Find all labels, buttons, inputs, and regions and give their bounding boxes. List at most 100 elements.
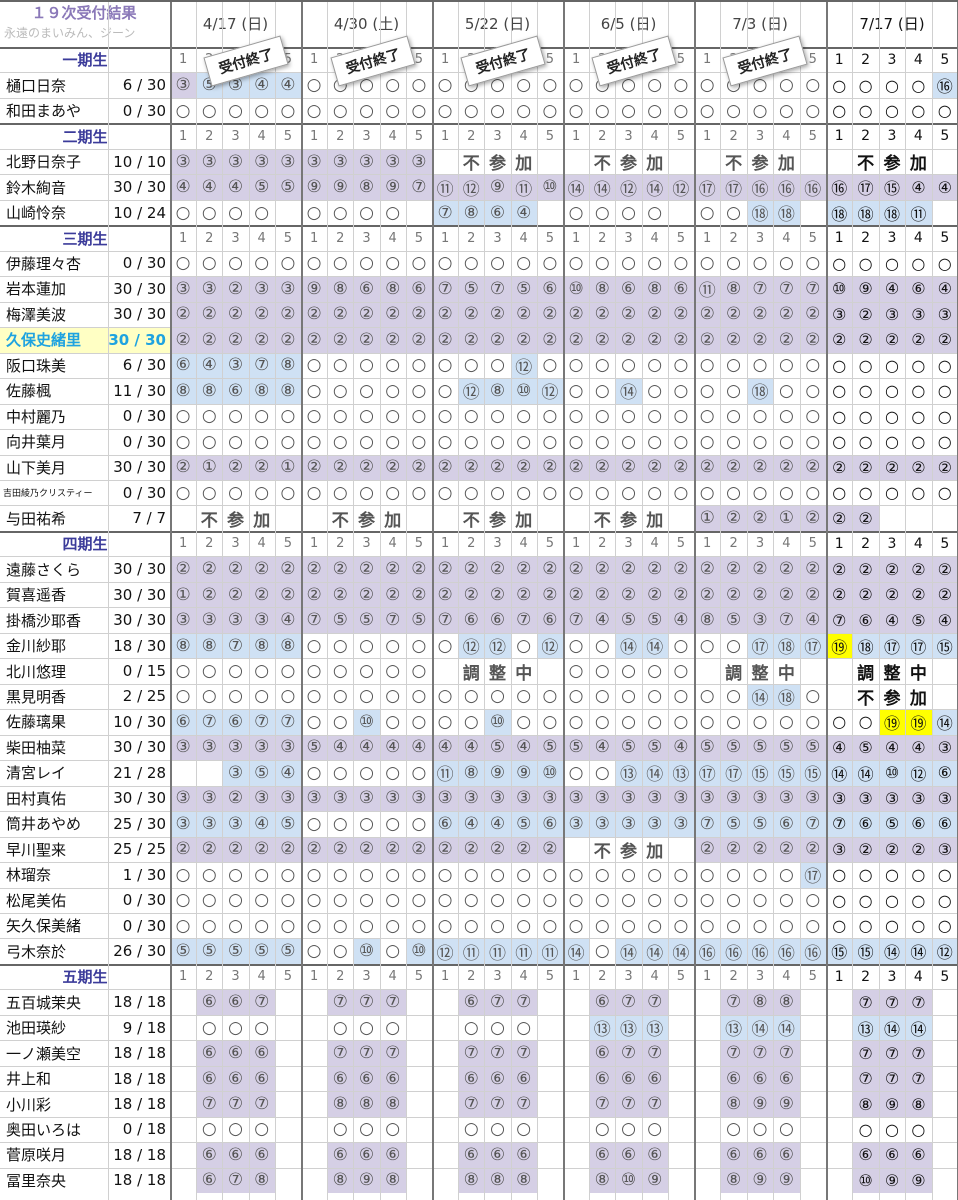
slot-cell: ⑧ [327,1091,354,1117]
slot-cell: ⑭ [641,174,668,200]
slot-cell: ② [301,327,328,353]
slot-cell: ⑥ [878,1142,906,1168]
slot-cell: ○ [752,864,768,885]
slot-cell: ○ [805,915,821,936]
slot-cell: ② [720,454,747,480]
slot-cell [406,1117,432,1142]
slot-number: 1 [834,968,844,985]
slot-cell: ② [484,836,511,863]
slot-cell: ○ [911,253,926,273]
slot-cell: ② [746,505,774,531]
slot-cell: ③ [170,734,197,761]
slot-cell: ⑤ [773,734,800,761]
slot-number: 5 [940,230,950,247]
slot-cell: ○ [359,890,374,911]
slot-cell: ⑱ [852,199,879,226]
slot-cell [406,989,432,1014]
slot-cell: ② [852,556,879,582]
slot-cell [301,1015,327,1040]
slot-cell: ○ [280,253,296,274]
member-name: 与田祐希 [6,509,67,528]
slot-cell: ⑮ [799,760,826,786]
slot-cell: ⑨ [773,1091,800,1117]
slot-cell: ○ [699,100,715,121]
slot-number: 5 [940,968,950,985]
slot-cell: ⑥ [720,1142,747,1168]
slot-cell: ② [379,581,406,608]
slot-cell: ○ [673,431,689,452]
slot-cell: ○ [673,355,689,376]
slot-cell: ② [746,327,774,353]
slot-cell: ○ [594,431,610,452]
slot-cell: ④ [484,811,511,837]
slot-cell: ⑨ [353,1167,380,1194]
status-text: 参 [619,154,637,175]
slot-cell: ○ [858,483,873,503]
slot-cell: ② [327,556,354,582]
slot-cell: ⑤ [510,811,537,837]
slot-cell: ○ [411,890,427,911]
slot-cell: ○ [437,482,453,503]
slot-cell: ⑰ [720,174,747,200]
slot-cell: ② [484,454,511,480]
slot-cell: ⑦ [510,1040,537,1066]
slot-cell: ⑦ [432,276,459,302]
row-divider [0,174,958,176]
slot-cell: ○ [778,915,794,936]
slot-cell: ○ [699,75,715,96]
date-header: 6/5 (日) [600,15,657,33]
slot-cell: ② [458,301,485,328]
slot-cell: ○ [885,432,899,452]
slot-cell: ○ [673,253,689,274]
slot-cell: ⑯ [694,938,721,964]
slot-cell: ③ [170,148,197,175]
slot-cell: ○ [228,890,243,911]
slot-cell: ⑦ [641,1040,668,1066]
slot-cell: ③ [222,760,249,786]
slot-cell: ○ [832,101,847,121]
slot-cell: ○ [699,686,715,707]
slot-cell: ○ [937,253,952,273]
generation-label: 二期生 [62,127,108,146]
slot-cell: ○ [699,890,715,911]
slot-cell: ② [905,581,932,608]
slot-cell: ② [667,454,694,480]
slot-cell: ○ [490,253,505,274]
slot-cell: ② [196,301,223,328]
slot-cell: ⑩ [536,760,563,786]
slot-cell: ○ [228,406,243,427]
slot-cell: ⑭ [746,1014,774,1041]
slot-cell: ③ [773,785,800,812]
slot-cell: ○ [778,711,794,732]
slot-cell: ⑥ [222,1142,249,1168]
slot-cell: ⑧ [379,276,406,302]
slot-cell: ○ [332,661,348,681]
slot-cell: ② [694,581,721,608]
slot-cell: ⑥ [667,276,694,302]
slot-cell: ⑥ [458,1065,485,1092]
slot-cell: ③ [196,148,223,175]
row-divider [0,199,958,201]
slot-cell: ○ [594,915,610,936]
slot-cell: ⑤ [222,938,249,964]
slot-number: 4 [650,536,659,552]
slot-cell: ○ [937,406,952,426]
slot-cell: ⑪ [458,938,485,964]
slot-number: 1 [178,128,188,144]
column-divider [405,0,407,1200]
row-divider [0,709,958,711]
slot-cell: ⑦ [694,811,721,837]
slot-cell: ② [746,454,774,480]
slot-cell [800,1040,826,1065]
slot-cell: ○ [490,1017,505,1038]
slot-number: 2 [336,536,345,552]
ticket-count: 30 / 30 [113,738,166,757]
slot-cell: ⑦ [222,1167,249,1194]
slot-number: 3 [493,536,502,552]
slot-cell: ⑦ [327,989,354,1015]
slot-cell: ○ [911,355,926,375]
ticket-count: 30 / 30 [113,279,166,298]
slot-cell: ○ [673,635,689,656]
slot-cell: ⑬ [720,1014,747,1041]
slot-cell: ⑥ [510,1142,537,1168]
